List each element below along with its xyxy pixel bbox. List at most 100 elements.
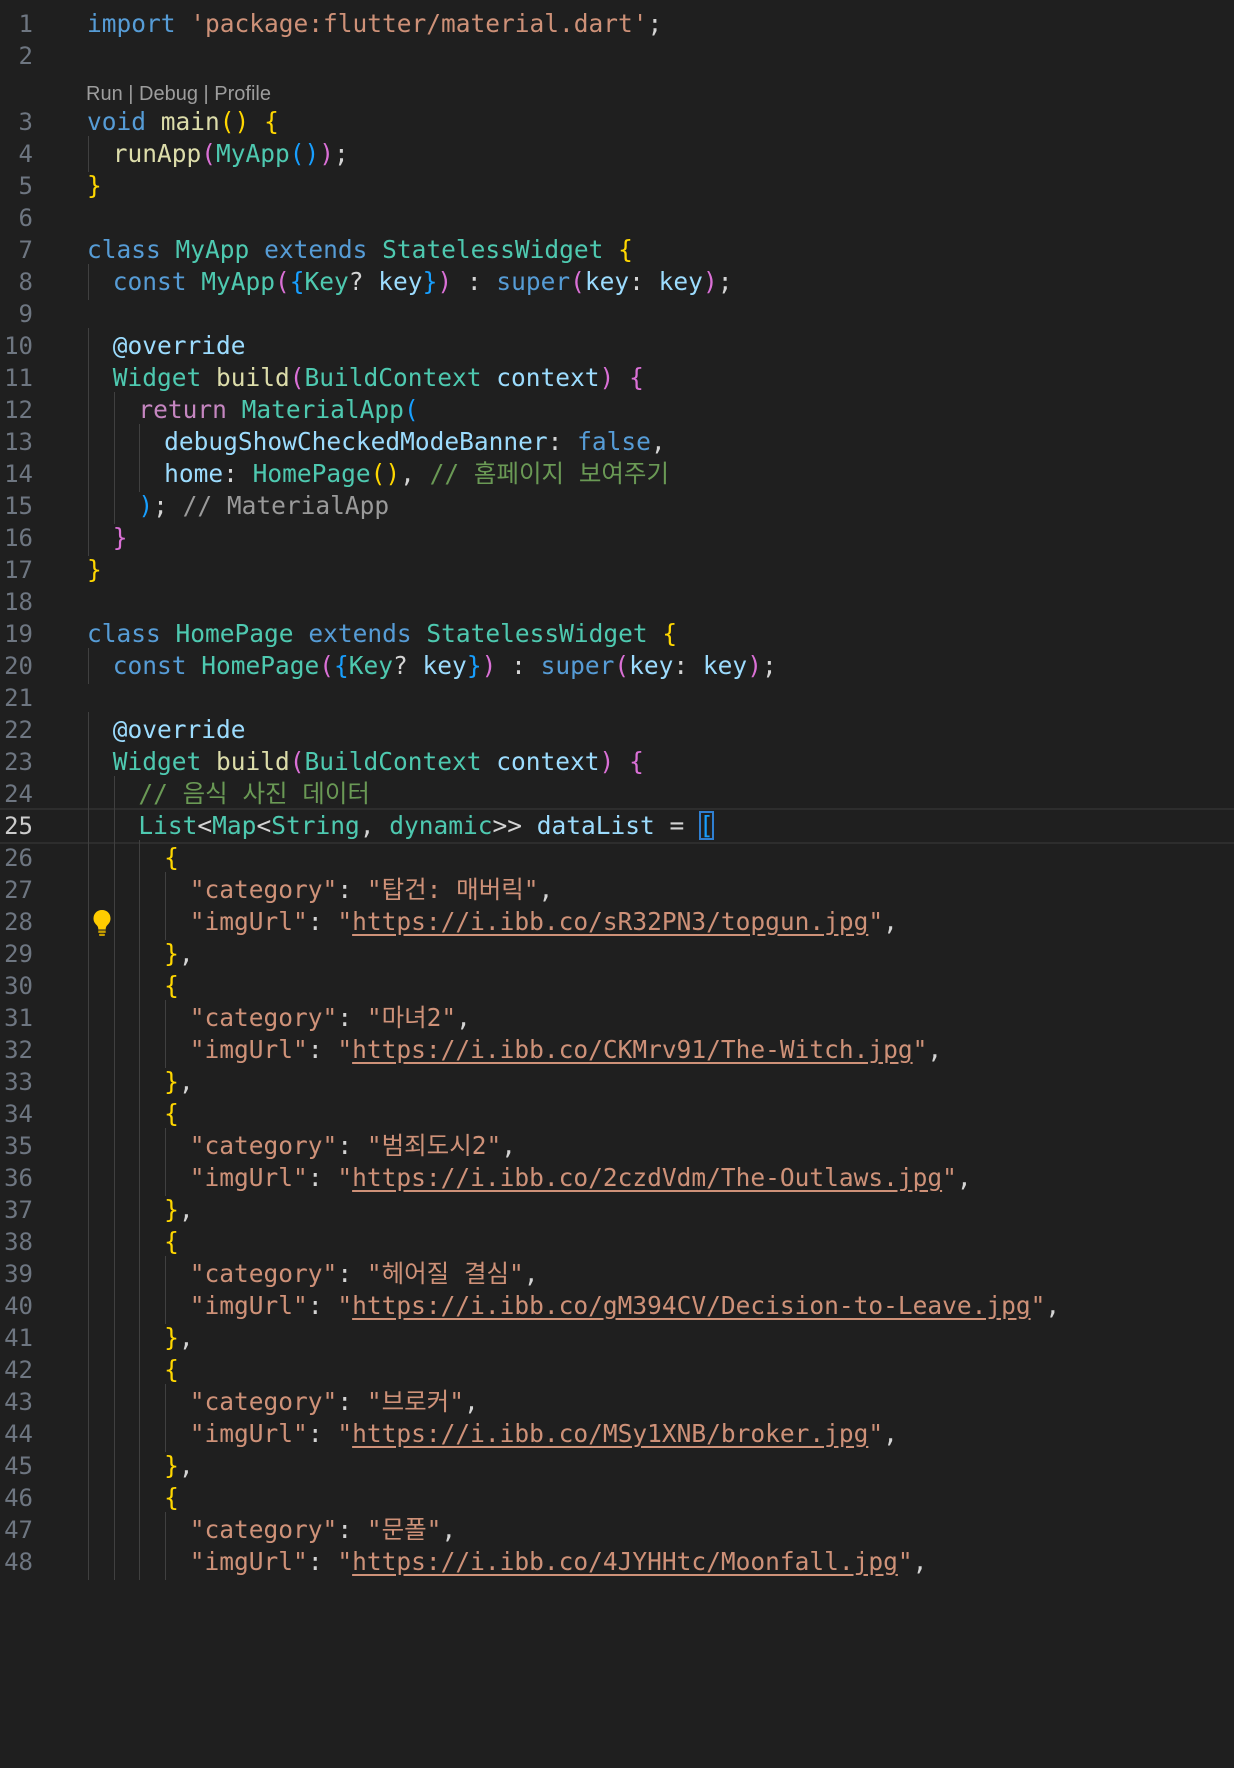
line-number[interactable]: 11 xyxy=(0,360,33,396)
code-line[interactable]: 14 home: HomePage(), // 홈페이지 보여주기 xyxy=(0,456,1234,492)
code-line[interactable]: 2 xyxy=(0,38,1234,74)
line-number[interactable]: 25 xyxy=(0,808,33,844)
code-line[interactable]: 29}, xyxy=(0,936,1234,972)
code-line[interactable]: 7 class MyApp extends StatelessWidget { xyxy=(0,232,1234,268)
code-text[interactable]: List<Map<String, dynamic>> dataList = [ xyxy=(138,808,714,844)
code-line[interactable]: 30 { xyxy=(0,968,1234,1004)
code-text[interactable]: "imgUrl": "https://i.ibb.co/MSy1XNB/brok… xyxy=(190,1416,898,1452)
code-text[interactable]: }, xyxy=(164,1320,194,1356)
code-text[interactable]: { xyxy=(164,1480,179,1516)
code-line[interactable]: 44 "imgUrl": "https://i.ibb.co/MSy1XNB/br… xyxy=(0,1416,1234,1452)
code-line[interactable]: 13 debugShowCheckedModeBanner: false, xyxy=(0,424,1234,460)
code-text[interactable]: ); // MaterialApp xyxy=(138,488,389,524)
code-line[interactable]: 43 "category": "브로커", xyxy=(0,1384,1234,1420)
codelens-profile-link[interactable]: Profile xyxy=(214,83,271,105)
code-text[interactable]: Widget build(BuildContext context) { xyxy=(113,360,644,396)
line-number[interactable]: 45 xyxy=(0,1448,33,1484)
line-number[interactable]: 5 xyxy=(0,168,33,204)
line-number[interactable]: 20 xyxy=(0,648,33,684)
line-number[interactable]: 48 xyxy=(0,1544,33,1580)
code-line[interactable]: 32 "imgUrl": "https://i.ibb.co/CKMrv91/Th… xyxy=(0,1032,1234,1068)
line-number[interactable]: 47 xyxy=(0,1512,33,1548)
line-number[interactable]: 30 xyxy=(0,968,33,1004)
code-text[interactable]: { xyxy=(164,840,179,876)
line-number[interactable]: 6 xyxy=(0,200,33,236)
codelens-run-link[interactable]: Run xyxy=(86,83,123,105)
code-line[interactable]: 38 { xyxy=(0,1224,1234,1260)
code-line[interactable]: 21 xyxy=(0,680,1234,716)
code-text[interactable]: "category": "헤어질 결심", xyxy=(190,1256,539,1292)
line-number[interactable]: 26 xyxy=(0,840,33,876)
line-number[interactable]: 37 xyxy=(0,1192,33,1228)
line-number[interactable]: 4 xyxy=(0,136,33,172)
code-text[interactable]: }, xyxy=(164,1448,194,1484)
code-text[interactable]: { xyxy=(164,1096,179,1132)
code-line[interactable]: 48 "imgUrl": "https://i.ibb.co/4JYHHtc/Mo… xyxy=(0,1544,1234,1580)
code-line[interactable]: 31 "category": "마녀2", xyxy=(0,1000,1234,1036)
code-line[interactable]: 20 const HomePage({Key? key}) : super(key… xyxy=(0,648,1234,684)
line-number[interactable]: 35 xyxy=(0,1128,33,1164)
code-line[interactable]: 34 { xyxy=(0,1096,1234,1132)
code-text[interactable]: runApp(MyApp()); xyxy=(113,136,349,172)
code-line[interactable]: 3 void main() { xyxy=(0,104,1234,140)
code-text[interactable]: debugShowCheckedModeBanner: false, xyxy=(164,424,666,460)
code-line[interactable]: 9 xyxy=(0,296,1234,332)
code-line[interactable]: 40 "imgUrl": "https://i.ibb.co/gM394CV/De… xyxy=(0,1288,1234,1324)
code-text[interactable]: }, xyxy=(164,936,194,972)
line-number[interactable]: 22 xyxy=(0,712,33,748)
line-number[interactable]: 44 xyxy=(0,1416,33,1452)
code-line[interactable]: 17} xyxy=(0,552,1234,588)
code-text[interactable]: "imgUrl": "https://i.ibb.co/CKMrv91/The-… xyxy=(190,1032,942,1068)
code-text[interactable]: "category": "브로커", xyxy=(190,1384,479,1420)
line-number[interactable]: 19 xyxy=(0,616,33,652)
line-number[interactable]: 46 xyxy=(0,1480,33,1516)
code-line[interactable]: 41}, xyxy=(0,1320,1234,1356)
line-number[interactable]: 1 xyxy=(0,6,33,42)
line-number[interactable]: 16 xyxy=(0,520,33,556)
code-line[interactable]: 28 "imgUrl": "https://i.ibb.co/sR32PN3/to… xyxy=(0,904,1234,940)
code-text[interactable]: void main() { xyxy=(87,104,279,140)
code-text[interactable]: const MyApp({Key? key}) : super(key: key… xyxy=(113,264,733,300)
code-line[interactable]: 1 import 'package:flutter/material.dart'; xyxy=(0,6,1234,42)
code-line[interactable]: 36 "imgUrl": "https://i.ibb.co/2czdVdm/Th… xyxy=(0,1160,1234,1196)
code-line[interactable]: 16} xyxy=(0,520,1234,556)
line-number[interactable]: 3 xyxy=(0,104,33,140)
line-number[interactable]: 17 xyxy=(0,552,33,588)
code-text[interactable]: import 'package:flutter/material.dart'; xyxy=(87,6,662,42)
code-line[interactable]: 12 return MaterialApp( xyxy=(0,392,1234,428)
code-line[interactable]: 5} xyxy=(0,168,1234,204)
code-line[interactable]: 37}, xyxy=(0,1192,1234,1228)
code-line[interactable]: 4 runApp(MyApp()); xyxy=(0,136,1234,172)
line-number[interactable]: 12 xyxy=(0,392,33,428)
code-line[interactable]: 11 Widget build(BuildContext context) { xyxy=(0,360,1234,396)
code-line[interactable]: 33}, xyxy=(0,1064,1234,1100)
line-number[interactable]: 9 xyxy=(0,296,33,332)
code-text[interactable]: } xyxy=(87,552,102,588)
code-text[interactable]: return MaterialApp( xyxy=(138,392,418,428)
line-number[interactable]: 7 xyxy=(0,232,33,268)
code-text[interactable]: class MyApp extends StatelessWidget { xyxy=(87,232,633,268)
code-text[interactable]: "category": "마녀2", xyxy=(190,1000,471,1036)
line-number[interactable]: 36 xyxy=(0,1160,33,1196)
code-editor[interactable]: Run | Debug | Profile 1 import 'package:f… xyxy=(0,0,1234,1768)
code-line[interactable]: 39 "category": "헤어질 결심", xyxy=(0,1256,1234,1292)
code-text[interactable]: // 음식 사진 데이터 xyxy=(138,776,370,812)
code-line[interactable]: 45}, xyxy=(0,1448,1234,1484)
code-line[interactable]: 8 const MyApp({Key? key}) : super(key: ke… xyxy=(0,264,1234,300)
line-number[interactable]: 41 xyxy=(0,1320,33,1356)
code-line[interactable]: 24 // 음식 사진 데이터 xyxy=(0,776,1234,812)
line-number[interactable]: 40 xyxy=(0,1288,33,1324)
code-line[interactable]: 10 @override xyxy=(0,328,1234,364)
code-line[interactable]: 23 Widget build(BuildContext context) { xyxy=(0,744,1234,780)
line-number[interactable]: 39 xyxy=(0,1256,33,1292)
line-number[interactable]: 31 xyxy=(0,1000,33,1036)
code-text[interactable]: "imgUrl": "https://i.ibb.co/4JYHHtc/Moon… xyxy=(190,1544,928,1580)
code-line[interactable]: 25 List<Map<String, dynamic>> dataList = … xyxy=(0,808,1234,844)
line-number[interactable]: 28 xyxy=(0,904,33,940)
code-line[interactable]: 46 { xyxy=(0,1480,1234,1516)
code-text[interactable]: "imgUrl": "https://i.ibb.co/gM394CV/Deci… xyxy=(190,1288,1060,1324)
code-line[interactable]: 15); // MaterialApp xyxy=(0,488,1234,524)
code-line[interactable]: 19 class HomePage extends StatelessWidget… xyxy=(0,616,1234,652)
code-line[interactable]: 6 xyxy=(0,200,1234,236)
code-text[interactable]: { xyxy=(164,1352,179,1388)
